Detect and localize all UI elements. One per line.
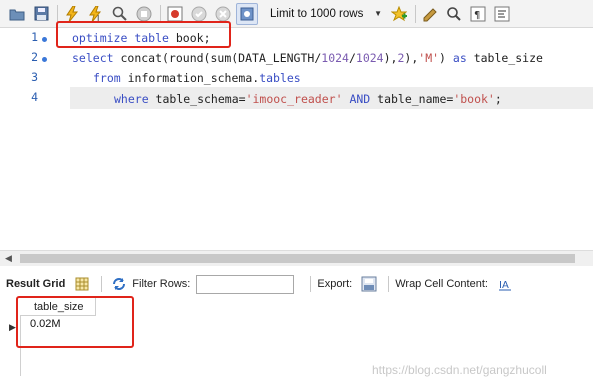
grid-view-icon[interactable] (71, 273, 93, 295)
statement-marker-icon (42, 57, 47, 62)
chevron-down-icon: ▼ (374, 9, 382, 18)
open-folder-icon[interactable] (6, 3, 28, 25)
keyword: tables (259, 71, 301, 85)
code-text: table_schema= (148, 92, 246, 106)
number-literal: 1024 (355, 51, 384, 65)
toolbar-separator (160, 4, 161, 23)
line-gutter: 1 2 3 4 (0, 28, 50, 250)
code-text: ), (383, 51, 398, 65)
autocommit-icon[interactable] (236, 2, 258, 25)
word-wrap-icon[interactable] (491, 3, 513, 25)
string-literal: 'M' (418, 51, 440, 65)
add-snippet-icon[interactable] (388, 3, 410, 25)
svg-text:¶: ¶ (474, 10, 480, 21)
highlight-annotation-box (56, 21, 231, 48)
toolbar-separator (415, 4, 416, 23)
code-text: ), (404, 51, 419, 65)
scroll-left-icon[interactable]: ◀ (5, 253, 12, 264)
filter-rows-label: Filter Rows: (132, 278, 191, 290)
limit-rows-select[interactable]: Limit to 1000 rows ▼ (264, 4, 388, 24)
code-line-3: from information_schema.tables (93, 68, 301, 88)
svg-text:IA: IA (499, 280, 509, 291)
code-text: / (348, 51, 356, 65)
code-text: ; (494, 92, 502, 106)
string-literal: 'book' (453, 92, 495, 106)
toolbar-separator (388, 276, 390, 292)
editor-horizontal-scrollbar[interactable]: ◀ (0, 250, 593, 266)
wrap-cell-label: Wrap Cell Content: (395, 278, 488, 290)
sql-editor[interactable]: 1 2 3 4 optimize table book; select conc… (0, 21, 593, 250)
statement-marker-icon (42, 37, 47, 42)
filter-rows-input[interactable] (196, 274, 295, 294)
line-number: 1 (31, 30, 38, 44)
refresh-icon[interactable] (108, 273, 130, 295)
invisible-chars-icon[interactable]: ¶ (467, 3, 489, 25)
line-number: 4 (31, 90, 38, 104)
keyword: from (93, 71, 121, 85)
export-label: Export: (317, 278, 353, 290)
current-row-icon: ▶ (9, 322, 16, 332)
keyword: as (452, 51, 467, 65)
code-line-4: where table_schema='imooc_reader' AND ta… (114, 89, 502, 109)
code-text: information_schema. (120, 71, 260, 85)
code-text: concat(round(sum(DATA_LENGTH/ (113, 51, 322, 65)
result-toolbar: Result Grid Filter Rows: Export: Wrap Ce… (0, 272, 593, 296)
number-literal: 1024 (321, 51, 349, 65)
find-icon[interactable] (443, 3, 465, 25)
code-text: table_name= (370, 92, 454, 106)
code-line-2: select concat(round(sum(DATA_LENGTH/1024… (72, 48, 543, 68)
beautify-icon[interactable] (419, 3, 441, 25)
keyword: AND (349, 92, 371, 106)
save-icon[interactable] (30, 3, 52, 25)
keyword: where (114, 92, 149, 106)
wrap-cell-icon[interactable]: IA (494, 273, 516, 295)
code-text: ) (439, 51, 453, 65)
result-grid-tab[interactable]: Result Grid (6, 278, 65, 290)
limit-rows-value: Limit to 1000 rows (270, 7, 364, 20)
toolbar-separator (57, 4, 58, 23)
code-text: table_size (466, 51, 543, 65)
export-icon[interactable] (358, 273, 380, 295)
line-number: 3 (31, 70, 38, 84)
keyword: select (72, 51, 114, 65)
string-literal: 'imooc_reader' (245, 92, 343, 106)
toolbar-separator (101, 276, 103, 292)
line-number: 2 (31, 50, 38, 64)
watermark: https://blog.csdn.net/gangzhucoll (372, 363, 547, 377)
toolbar-separator (310, 276, 312, 292)
highlight-annotation-box (16, 296, 134, 348)
scrollbar-thumb[interactable] (20, 254, 575, 263)
